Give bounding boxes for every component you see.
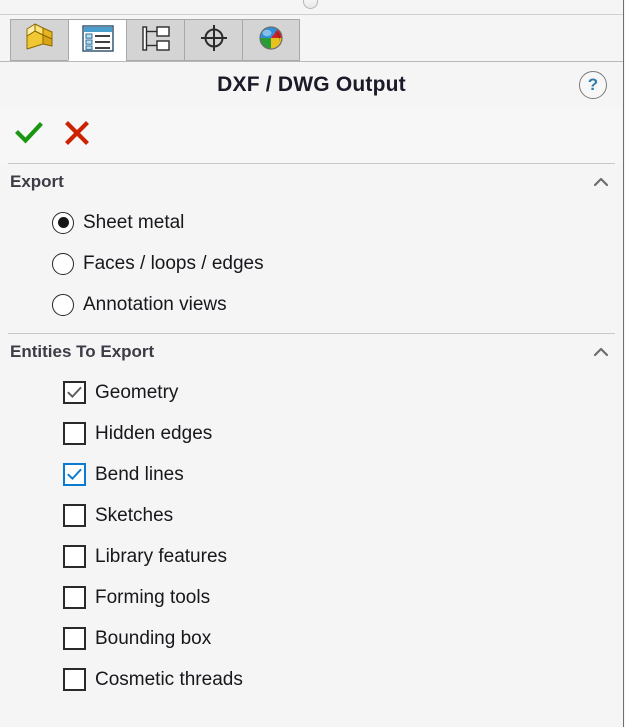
section-options-entities-to-export: Geometry Hidden edges Bend lines Sketches Li… [0,370,623,710]
radio-label-sheet-metal: Sheet metal [83,212,184,234]
green-check-icon [14,118,44,148]
radio-row-sheet-metal[interactable]: Sheet metal [0,202,623,243]
check-mark-icon [66,466,83,483]
check-mark-icon [66,384,83,401]
page-title: DXF / DWG Output [0,73,623,97]
checkbox-label-hidden-edges: Hidden edges [95,423,212,445]
red-x-icon [64,120,90,146]
tab-dimxpert-manager[interactable] [184,19,242,61]
cancel-button[interactable] [58,114,96,152]
radio-label-annotation-views: Annotation views [83,294,227,316]
section-options-export: Sheet metal Faces / loops / edges Annotati… [0,200,623,333]
tab-feature-manager-design-tree[interactable] [10,19,68,61]
checkbox-geometry[interactable] [63,381,86,404]
section-header-entities-to-export[interactable]: Entities To Export [0,334,623,370]
panel-top-strip [0,0,623,15]
section-title-entities-to-export: Entities To Export [0,342,154,362]
yellow-block-part-icon [21,22,59,59]
checkbox-label-library-features: Library features [95,546,227,568]
checkbox-row-bend-lines[interactable]: Bend lines [0,454,623,495]
radio-dot-icon [58,217,69,228]
checkbox-row-sketches[interactable]: Sketches [0,495,623,536]
radio-annotation-views[interactable] [52,294,74,316]
tab-display-manager[interactable] [242,19,300,61]
section-header-export[interactable]: Export [0,164,623,200]
panel-right-gutter [625,0,638,727]
property-manager-panel: DXF / DWG Output ? Export Sheet metal Face… [0,0,624,727]
tab-configuration-manager[interactable] [126,19,184,61]
checkbox-label-forming-tools: Forming tools [95,587,210,609]
manager-tab-bar [0,15,623,62]
property-list-panel-icon [79,22,117,59]
configuration-tree-icon [137,22,175,59]
checkbox-forming-tools[interactable] [63,586,86,609]
panel-sections: Export Sheet metal Faces / loops / edges An… [0,163,623,710]
checkbox-sketches[interactable] [63,504,86,527]
checkbox-row-forming-tools[interactable]: Forming tools [0,577,623,618]
radio-row-annotation-views[interactable]: Annotation views [0,284,623,325]
tab-property-manager[interactable] [68,19,126,61]
panel-action-row [0,108,623,163]
checkbox-label-geometry: Geometry [95,382,178,404]
color-sphere-icon [252,22,290,59]
checkbox-label-sketches: Sketches [95,505,173,527]
radio-row-faces-loops-edges[interactable]: Faces / loops / edges [0,243,623,284]
checkbox-cosmetic-threads[interactable] [63,668,86,691]
checkbox-row-bounding-box[interactable]: Bounding box [0,618,623,659]
radio-sheet-metal[interactable] [52,212,74,234]
checkbox-label-cosmetic-threads: Cosmetic threads [95,669,243,691]
checkbox-label-bend-lines: Bend lines [95,464,184,486]
ok-button[interactable] [10,114,48,152]
radio-label-faces-loops-edges: Faces / loops / edges [83,253,264,275]
checkbox-bend-lines[interactable] [63,463,86,486]
checkbox-bounding-box[interactable] [63,627,86,650]
checkbox-row-cosmetic-threads[interactable]: Cosmetic threads [0,659,623,700]
pin-circle-icon[interactable] [303,0,318,9]
checkbox-row-library-features[interactable]: Library features [0,536,623,577]
checkbox-library-features[interactable] [63,545,86,568]
crosshair-target-icon [195,22,233,59]
radio-faces-loops-edges[interactable] [52,253,74,275]
chevron-up-icon[interactable] [593,174,609,190]
chevron-up-icon[interactable] [593,344,609,360]
panel-title-row: DXF / DWG Output ? [0,62,623,108]
question-mark-icon[interactable]: ? [579,71,607,99]
checkbox-row-hidden-edges[interactable]: Hidden edges [0,413,623,454]
checkbox-hidden-edges[interactable] [63,422,86,445]
section-title-export: Export [0,172,64,192]
checkbox-row-geometry[interactable]: Geometry [0,372,623,413]
checkbox-label-bounding-box: Bounding box [95,628,211,650]
